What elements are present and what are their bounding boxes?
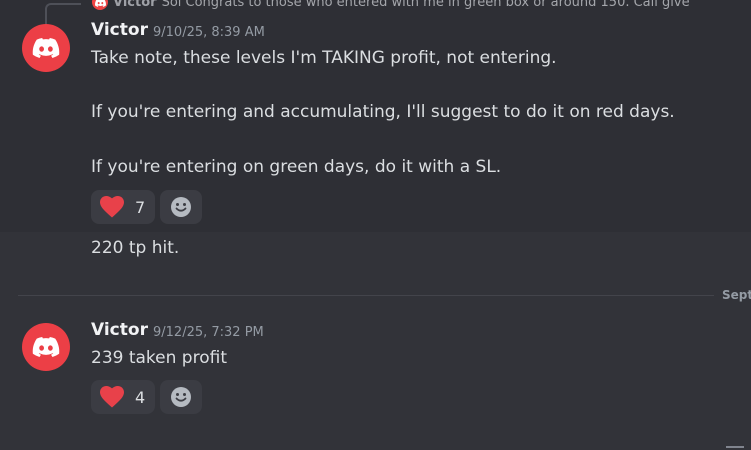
message-text-line: If you're entering on green days, do it … — [91, 157, 502, 177]
reply-preview[interactable]: Victor Sol Congrats to those who entered… — [92, 0, 690, 10]
smiley-icon — [171, 387, 191, 407]
heart-reaction-button[interactable]: 4 — [91, 380, 155, 414]
reply-connector — [45, 3, 81, 25]
message-text-line: 239 taken profit — [91, 348, 227, 368]
message-timestamp[interactable]: 9/12/25, 7:32 PM — [153, 325, 264, 340]
message-timestamp[interactable]: 9/10/25, 8:39 AM — [153, 25, 265, 40]
discord-logo-icon — [94, 0, 106, 7]
reaction-count: 7 — [135, 197, 146, 217]
scroll-indicator — [726, 446, 744, 448]
date-divider-label: Sept — [722, 288, 751, 302]
avatar[interactable] — [22, 24, 70, 72]
avatar[interactable] — [22, 323, 70, 371]
discord-logo-icon — [32, 38, 60, 58]
message-author[interactable]: Victor — [91, 320, 148, 340]
reply-text[interactable]: Sol Congrats to those who entered with m… — [162, 0, 690, 10]
reaction-count: 4 — [135, 387, 146, 407]
add-reaction-button[interactable] — [160, 190, 202, 224]
heart-icon — [100, 196, 124, 218]
smiley-icon — [171, 197, 191, 217]
message-text-line: 220 tp hit. — [91, 238, 180, 258]
reply-author[interactable]: Victor — [113, 0, 157, 10]
message-author[interactable]: Victor — [91, 20, 148, 40]
date-divider — [18, 295, 714, 296]
heart-icon — [100, 386, 124, 408]
message-text-line: If you're entering and accumulating, I'l… — [91, 102, 675, 122]
discord-logo-icon — [32, 337, 60, 357]
heart-reaction-button[interactable]: 7 — [91, 190, 155, 224]
chat-message-list: Victor Sol Congrats to those who entered… — [0, 0, 751, 450]
add-reaction-button[interactable] — [160, 380, 202, 414]
reply-avatar — [92, 0, 108, 10]
message-text-line: Take note, these levels I'm TAKING profi… — [91, 48, 557, 68]
message-group[interactable]: Victor Sol Congrats to those who entered… — [0, 0, 751, 232]
